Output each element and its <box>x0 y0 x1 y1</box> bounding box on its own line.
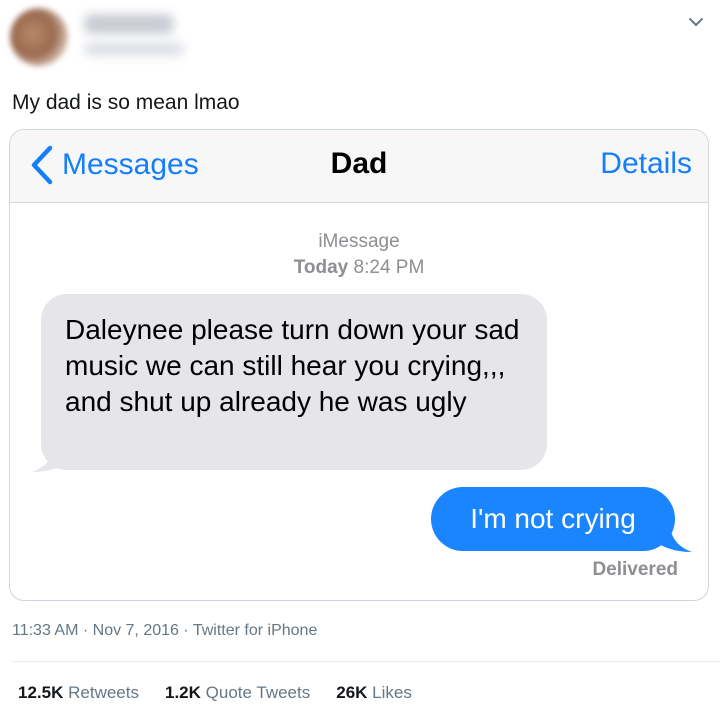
details-button[interactable]: Details <box>600 147 692 181</box>
author-name-blurred[interactable] <box>84 14 174 34</box>
author-handle-blurred <box>84 42 184 56</box>
message-time: Today 8:24 PM <box>10 255 708 281</box>
retweets-label: Retweets <box>68 683 139 702</box>
retweets-count: 12.5K <box>18 683 64 702</box>
message-day: Today <box>293 257 349 278</box>
chevron-down-icon[interactable] <box>686 12 706 32</box>
tweet-timestamp[interactable]: 11:33 AM · Nov 7, 2016 · Twitter for iPh… <box>12 622 317 640</box>
likes-stat[interactable]: 26K Likes <box>336 683 412 703</box>
quote-tweets-stat[interactable]: 1.2K Quote Tweets <box>165 683 310 703</box>
message-clock: 8:24 PM <box>353 257 425 278</box>
outgoing-message: I'm not crying <box>431 487 675 551</box>
delivery-status: Delivered <box>592 559 678 580</box>
quote-tweets-label: Quote Tweets <box>205 683 311 702</box>
divider <box>12 661 720 662</box>
attached-screenshot[interactable]: Messages Dad Details iMessage Today 8:24… <box>9 129 709 601</box>
message-meta: iMessage Today 8:24 PM <box>10 229 708 281</box>
retweets-stat[interactable]: 12.5K Retweets <box>18 683 139 703</box>
imessage-nav-bar: Messages Dad Details <box>10 130 708 203</box>
tweet-text: My dad is so mean lmao <box>12 91 240 114</box>
likes-count: 26K <box>336 683 368 702</box>
incoming-message: Daleynee please turn down your sad music… <box>41 294 547 470</box>
service-label: iMessage <box>318 231 400 252</box>
author-avatar[interactable] <box>10 8 68 66</box>
quote-tweets-count: 1.2K <box>164 683 201 702</box>
tweet-stats: 12.5K Retweets 1.2K Quote Tweets 26K Lik… <box>18 683 412 703</box>
likes-label: Likes <box>372 683 412 702</box>
